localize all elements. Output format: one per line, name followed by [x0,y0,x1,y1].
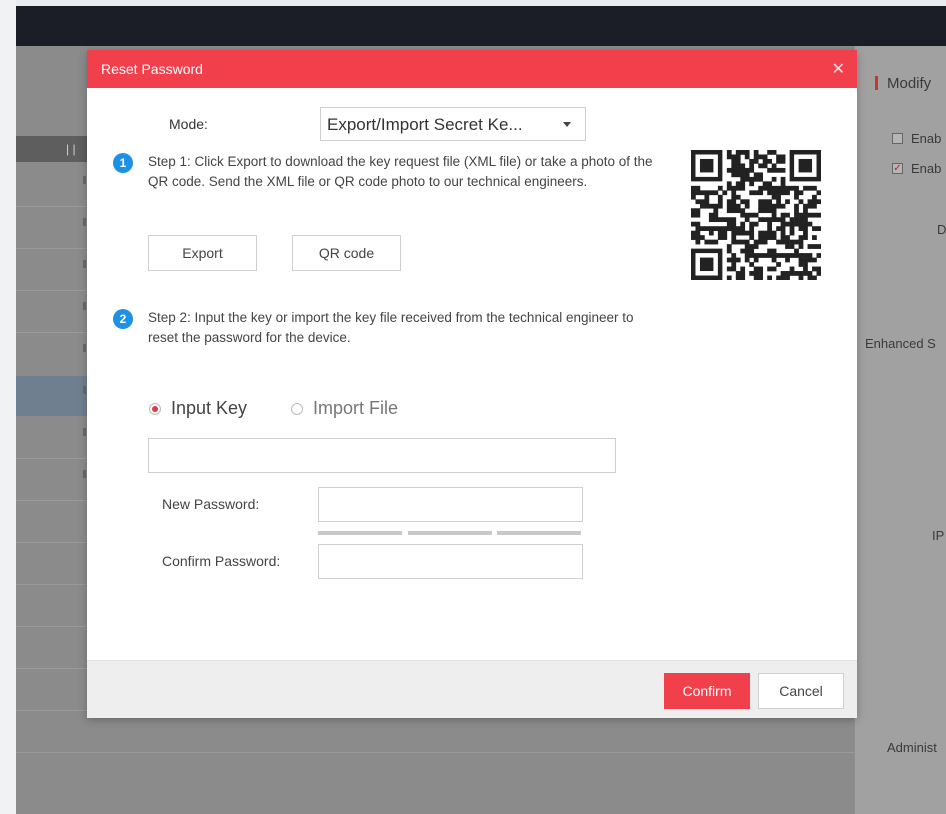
export-button[interactable]: Export [148,235,257,271]
import-file-radio[interactable] [291,403,303,415]
qr-code-button[interactable]: QR code [292,235,401,271]
step-1-badge: 1 [113,153,133,173]
list-tick [83,176,86,184]
reset-password-dialog: Reset Password ✕ Mode: Export/Import Sec… [87,50,857,718]
list-tick [83,260,86,268]
new-password-label: New Password: [162,496,260,512]
checkbox-2[interactable]: ✓ [892,163,903,174]
mode-select[interactable]: Export/Import Secret Ke... [320,107,586,141]
list-tick [83,344,86,352]
checkbox-1-label: Enab [911,131,942,146]
step-2-text: Step 2: Input the key or import the key … [148,310,634,345]
step-2-badge: 2 [113,309,133,329]
mode-label: Mode: [169,116,208,132]
confirm-password-label: Confirm Password: [162,553,281,569]
qr-code-image [691,150,821,280]
panel-title-marker [875,76,878,90]
list-header-text: | | [66,142,76,156]
input-key-label[interactable]: Input Key [171,398,247,419]
checkbox-2-label: Enab [911,161,942,176]
close-icon[interactable]: ✕ [832,59,845,79]
left-margin [0,0,16,814]
list-tick [83,428,86,436]
dialog-header: Reset Password ✕ [87,50,857,88]
list-row-divider [16,752,854,753]
cancel-button[interactable]: Cancel [758,673,844,709]
password-strength-bar-weak [318,531,402,535]
step-1-text: Step 1: Click Export to download the key… [148,154,653,189]
label-administrator: Administ [887,740,937,755]
label-d: D [937,222,946,237]
panel-title: Modify [887,75,932,92]
key-input[interactable] [148,438,616,473]
app-top-bar [16,6,946,46]
label-ip: IP [932,528,945,543]
list-tick [83,302,86,310]
list-tick [83,218,86,226]
dialog-footer: Confirm Cancel [87,660,857,718]
mode-select-value: Export/Import Secret Ke... [327,115,523,134]
list-tick [83,470,86,478]
import-file-label[interactable]: Import File [313,398,398,419]
chevron-down-icon [563,122,571,127]
password-strength-bar-medium [408,531,492,535]
password-strength-bar-strong [497,531,581,535]
confirm-button[interactable]: Confirm [664,673,750,709]
checkbox-1[interactable] [892,133,903,144]
input-key-radio[interactable] [149,403,161,415]
label-enhanced: Enhanced S [865,336,936,351]
modify-panel-background: Modify Enab ✓ Enab D Enhanced S IP Admin… [854,46,946,814]
new-password-input[interactable] [318,487,583,522]
list-tick [83,386,86,394]
dialog-title: Reset Password [101,61,203,77]
confirm-password-input[interactable] [318,544,583,579]
